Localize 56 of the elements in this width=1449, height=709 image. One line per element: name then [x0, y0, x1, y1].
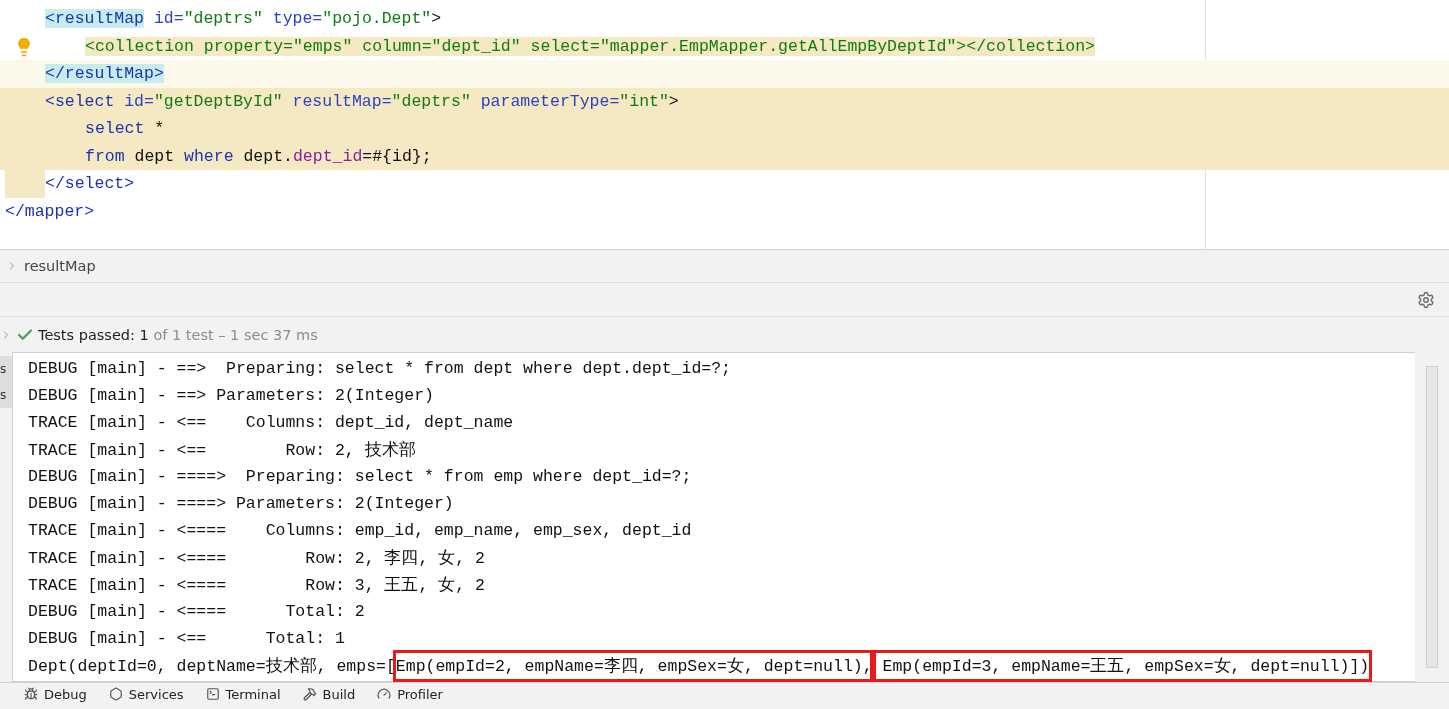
- console-line: TRACE [main] - <== Row: 2, 技术部: [28, 439, 416, 461]
- console-line: DEBUG [main] - ====> Parameters: 2(Integer): [28, 494, 454, 513]
- console-line: Dept(deptId=0, deptName=技术部, emps=[: [28, 655, 396, 677]
- settings-icon[interactable]: [1417, 290, 1435, 309]
- code-token: <resultMap: [45, 9, 145, 29]
- bug-icon: [24, 687, 38, 701]
- console-line: TRACE [main] - <==== Row: 2, 李四, 女, 2: [28, 547, 485, 569]
- code-token: "pojo.Dept": [322, 9, 432, 29]
- test-status: Tests passed: 1 of 1 test – 1 sec 37 ms: [38, 326, 318, 343]
- tool-tab[interactable]: Services: [108, 683, 184, 709]
- code-token: where: [184, 146, 234, 166]
- code-token: <select: [45, 91, 115, 111]
- highlighted-output: Emp(empId=2, empName=李四, empSex=女, dept=null),: [395, 652, 873, 679]
- hexagon-icon: [108, 687, 123, 701]
- code-token: dept: [133, 146, 176, 166]
- scrollbar[interactable]: [1426, 366, 1438, 668]
- hammer-icon: [302, 687, 317, 701]
- code-token: resultMap=: [291, 91, 392, 111]
- code-token: "deptrs": [183, 9, 263, 29]
- terminal-icon: [205, 687, 220, 701]
- code-token: </mapper>: [5, 201, 95, 221]
- side-tab[interactable]: s: [0, 382, 12, 408]
- console-line: DEBUG [main] - <== Total: 1: [28, 629, 345, 648]
- gauge-icon: [377, 687, 392, 701]
- console-line: TRACE [main] - <==== Row: 3, 王五, 女, 2: [28, 574, 485, 596]
- code-token: >: [668, 91, 679, 111]
- breadcrumb[interactable]: resultMap: [24, 258, 96, 274]
- code-token: dept_id: [292, 146, 363, 166]
- code-token: *: [153, 119, 165, 139]
- side-tab[interactable]: s: [0, 356, 12, 382]
- code-token: "deptrs": [391, 91, 471, 111]
- console-line: DEBUG [main] - ====> Preparing: select * from emp where dept_id=?;: [28, 467, 692, 486]
- tool-tab[interactable]: Profiler: [377, 683, 443, 709]
- code-token: <collection property="emps" column="dept_id" select="mapper.EmpMapper.getAllEmpByDeptId"></collection>: [85, 36, 1095, 56]
- code-token: dept.: [242, 146, 293, 166]
- code-token: "int": [619, 91, 669, 111]
- code-token: select: [85, 119, 145, 139]
- tool-tab[interactable]: Terminal: [205, 683, 281, 709]
- code-token: </select>: [45, 174, 135, 194]
- console-line: DEBUG [main] - <==== Total: 2: [28, 602, 365, 621]
- code-token: parameterType=: [479, 91, 620, 111]
- code-token: </resultMap>: [45, 64, 164, 84]
- code-token: =#{id};: [362, 146, 432, 166]
- code-token: id=: [123, 91, 154, 111]
- console-line: TRACE [main] - <==== Columns: emp_id, emp_name, emp_sex, dept_id: [28, 521, 692, 540]
- console-line: TRACE [main] - <== Columns: dept_id, dept_name: [28, 413, 514, 432]
- tool-tab[interactable]: Build: [302, 683, 356, 709]
- code-token: "getDeptById": [153, 91, 283, 111]
- code-token: id=: [152, 9, 184, 29]
- console-line: DEBUG [main] - ==> Parameters: 2(Integer): [28, 386, 434, 405]
- tool-tab[interactable]: Debug: [24, 683, 87, 709]
- code-token: from: [85, 146, 125, 166]
- highlighted-output: Emp(empId=3, empName=王五, empSex=女, dept=null)]): [872, 652, 1370, 679]
- code-token: type=: [271, 9, 323, 29]
- code-token: >: [431, 9, 442, 29]
- console-line: DEBUG [main] - ==> Preparing: select * from dept where dept.dept_id=?;: [28, 359, 731, 378]
